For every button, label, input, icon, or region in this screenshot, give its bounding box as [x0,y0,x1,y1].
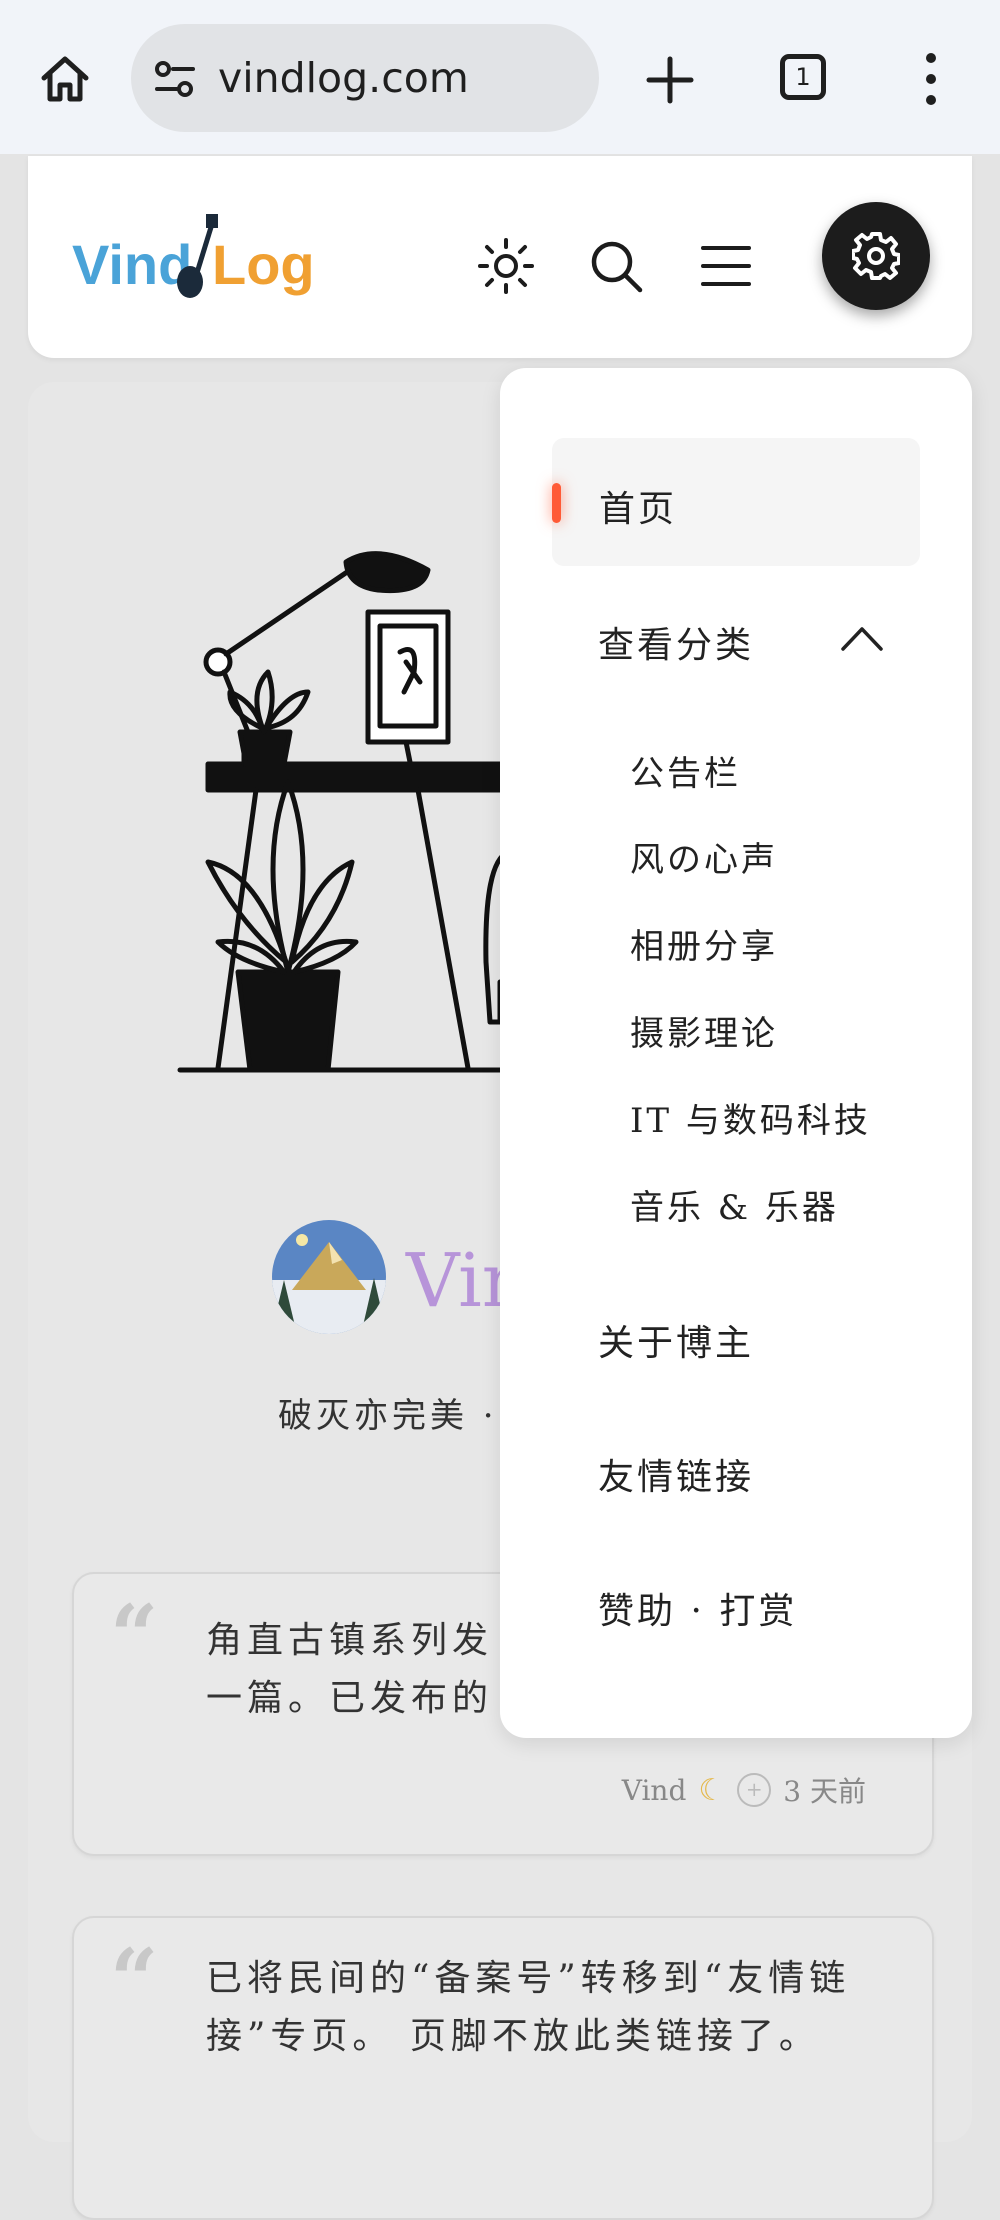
url-text[interactable]: vindlog.com [218,54,469,102]
site-motto: 破灭亦完美 · [278,1396,498,1436]
svg-text:Log: Log [212,233,315,296]
chevron-up-icon[interactable] [840,624,884,652]
menu-subitem-wind-voice[interactable]: 风の心声 [630,832,778,881]
menu-icon[interactable] [698,238,754,294]
home-icon[interactable] [38,52,92,106]
search-icon[interactable] [588,238,644,294]
menu-subitem-it-tech[interactable]: IT 与数码科技 [630,1093,871,1142]
site-header: Vind Log [28,156,972,358]
menu-item-sponsor[interactable]: 赞助 · 打赏 [598,1582,797,1634]
moon-icon: ☾ [698,1772,726,1808]
sun-icon[interactable] [478,238,534,294]
menu-subitem-photo-theory[interactable]: 摄影理论 [630,1006,778,1055]
menu-item-label: 首页 [599,489,678,530]
separator-icon: + [737,1773,772,1807]
settings-button[interactable] [822,202,930,310]
site-logo[interactable]: Vind Log [72,206,332,306]
menu-subitem-album[interactable]: 相册分享 [630,919,778,968]
menu-item-friend-links[interactable]: 友情链接 [598,1448,754,1500]
avatar[interactable] [272,1220,386,1334]
new-tab-icon[interactable] [645,55,695,105]
menu-item-home[interactable]: 首页 [552,438,920,566]
browser-toolbar: vindlog.com 1 [0,0,1000,154]
more-options-icon[interactable] [918,52,944,106]
quote-icon: “ [110,1586,159,1685]
address-bar[interactable]: vindlog.com [131,24,599,132]
menu-item-categories[interactable]: 查看分类 [598,616,754,668]
announcement-meta: Vind ☾ + 3 天前 [622,1770,866,1810]
author-name: Vind [621,1773,687,1807]
active-indicator [552,483,561,523]
avatar-image [272,1220,386,1334]
tab-switcher-button[interactable]: 1 [780,54,826,100]
svg-text:Vind: Vind [72,233,192,296]
nav-dropdown-menu: 首页 查看分类 公告栏 风の心声 相册分享 摄影理论 IT 与数码科技 音乐 &… [500,368,972,1738]
site-settings-icon[interactable] [153,57,197,101]
menu-subitem-bulletin[interactable]: 公告栏 [630,746,741,795]
quote-icon: “ [110,1930,159,2029]
menu-subitem-music[interactable]: 音乐 & 乐器 [630,1180,839,1229]
post-time: 3 天前 [783,1775,866,1808]
announcement-card[interactable]: “ 已将民间的“备案号”转移到“友情链接”专页。 页脚不放此类链接了。 [72,1916,934,2220]
menu-item-about[interactable]: 关于博主 [598,1314,754,1366]
announcement-text: 已将民间的“备案号”转移到“友情链接”专页。 页脚不放此类链接了。 [206,1958,851,2057]
gear-icon [852,232,900,280]
